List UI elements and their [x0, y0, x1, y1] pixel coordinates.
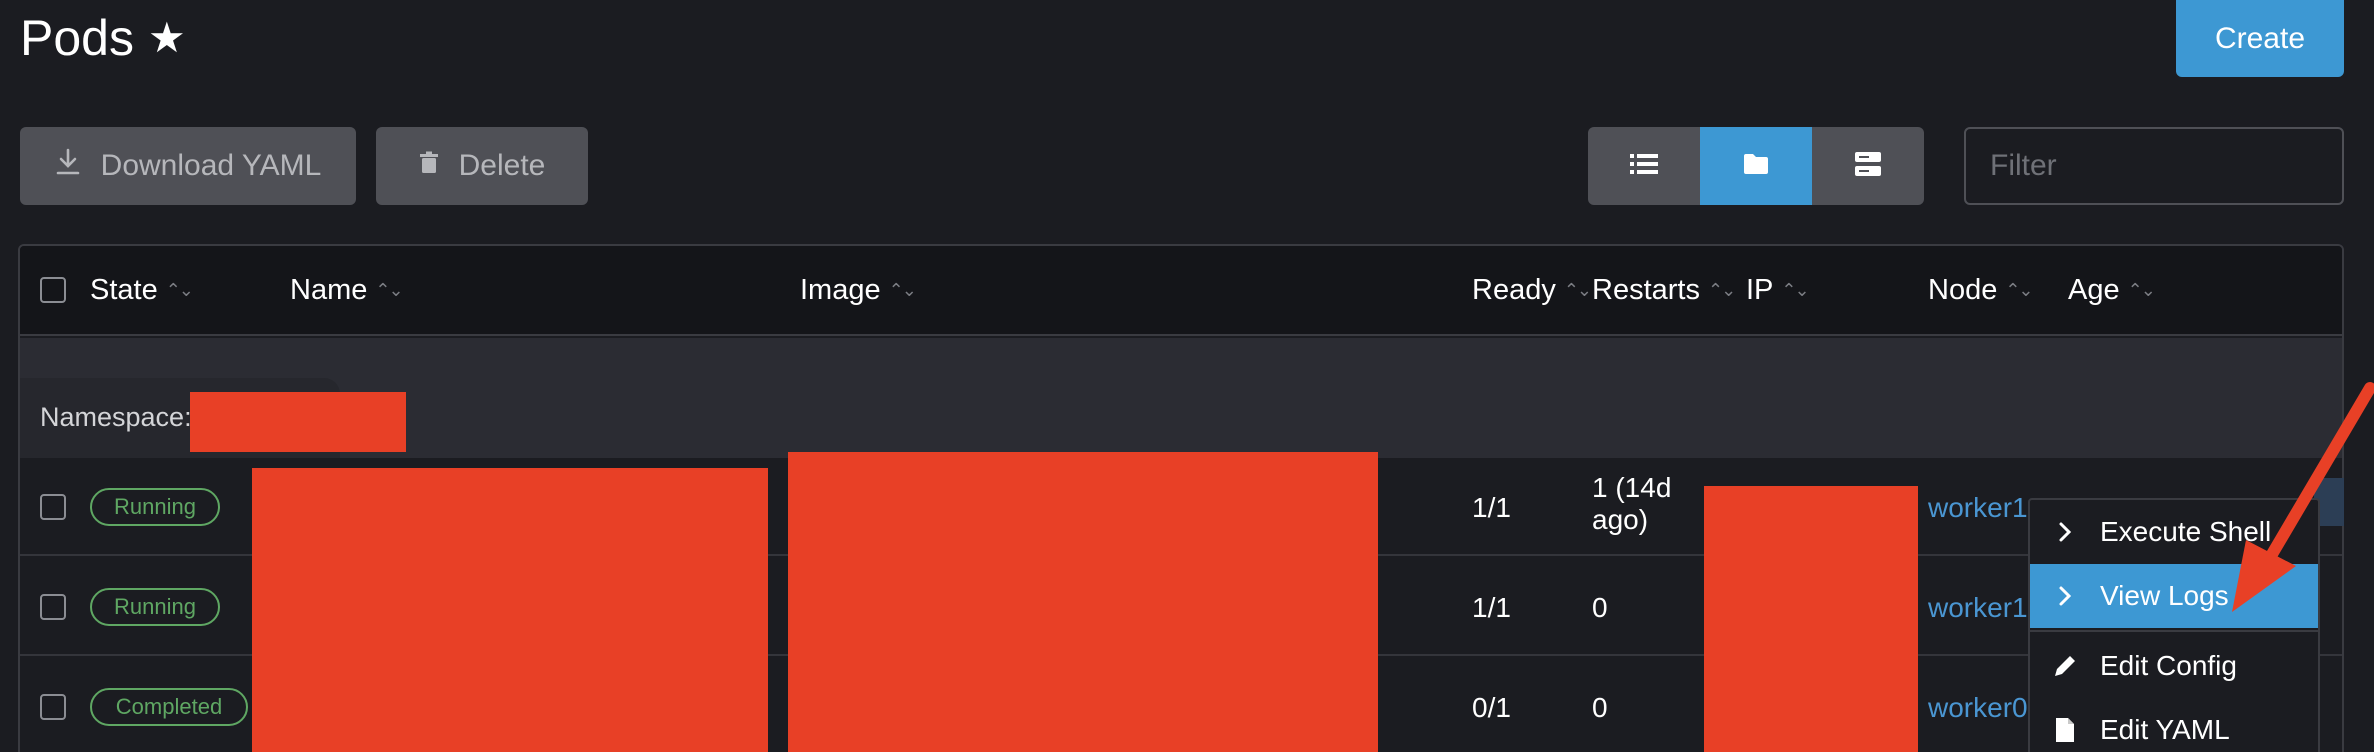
column-header-ip[interactable]: IP ⌃⌄ [1746, 266, 1810, 314]
node-link[interactable]: worker1 [1928, 592, 2028, 624]
page-title: Pods [20, 10, 134, 66]
ready-cell: 1/1 [1472, 492, 1511, 523]
page-title-wrap: Pods ★ [20, 8, 186, 68]
row-checkbox[interactable] [40, 594, 66, 620]
sort-icon: ⌃⌄ [1563, 280, 1592, 300]
download-yaml-label: Download YAML [100, 149, 322, 182]
select-all-checkbox[interactable] [40, 277, 66, 303]
chevron-right-icon [2052, 521, 2078, 543]
restarts-cell: 0 [1592, 692, 1608, 723]
select-all-checkbox-wrap [40, 266, 66, 314]
row-checkbox[interactable] [40, 694, 66, 720]
delete-label: Delete [458, 149, 546, 182]
node-link[interactable]: worker1 [1928, 492, 2028, 524]
node-link[interactable]: worker0 [1928, 692, 2028, 724]
namespace-group-label: Namespace: [40, 402, 192, 432]
chevron-right-icon [2052, 585, 2078, 607]
group-by-namespace-button[interactable] [1700, 127, 1812, 205]
column-header-node[interactable]: Node ⌃⌄ [1928, 266, 2034, 314]
ready-cell: 1/1 [1472, 592, 1511, 623]
sort-icon: ⌃⌄ [2005, 280, 2033, 300]
row-checkbox[interactable] [40, 494, 66, 520]
status-badge: Running [90, 588, 220, 626]
column-header-name[interactable]: Name ⌃⌄ [290, 266, 404, 314]
column-header-state[interactable]: State ⌃⌄ [90, 266, 194, 314]
download-yaml-button[interactable]: Download YAML [20, 127, 356, 205]
pods-table: State ⌃⌄ Name ⌃⌄ Image ⌃⌄ Ready ⌃⌄ Restarts ⌃… [18, 244, 2344, 752]
create-button[interactable]: Create [2176, 0, 2344, 77]
menu-item-edit-config[interactable]: Edit Config [2030, 634, 2318, 698]
list-view-button[interactable] [1588, 127, 1700, 205]
trash-icon [419, 149, 439, 183]
column-header-age[interactable]: Age ⌃⌄ [2068, 266, 2156, 314]
status-badge: Running [90, 488, 220, 526]
ready-cell: 0/1 [1472, 692, 1511, 723]
redacted-images [788, 452, 1378, 752]
pencil-icon [2052, 653, 2078, 679]
group-by-node-button[interactable] [1812, 127, 1924, 205]
folder-icon [1743, 153, 1769, 180]
sort-icon: ⌃⌄ [2127, 280, 2156, 300]
download-icon [55, 148, 81, 184]
sort-icon: ⌃⌄ [1707, 280, 1736, 300]
sort-icon: ⌃⌄ [375, 280, 403, 300]
annotation-arrow-icon [2232, 382, 2374, 612]
table-header: State ⌃⌄ Name ⌃⌄ Image ⌃⌄ Ready ⌃⌄ Restarts ⌃… [20, 246, 2342, 336]
star-icon[interactable]: ★ [148, 17, 186, 59]
list-icon [1630, 153, 1658, 180]
sort-icon: ⌃⌄ [165, 280, 194, 300]
redacted-ips [1704, 486, 1918, 752]
restarts-cell: 1 (14d ago) [1592, 472, 1672, 535]
menu-item-edit-yaml[interactable]: Edit YAML [2030, 698, 2318, 752]
column-header-image[interactable]: Image ⌃⌄ [800, 266, 917, 314]
sort-icon: ⌃⌄ [1781, 280, 1809, 300]
delete-button[interactable]: Delete [376, 127, 588, 205]
redacted-namespace [190, 392, 406, 452]
sort-icon: ⌃⌄ [888, 280, 917, 300]
filter-input[interactable] [1964, 127, 2344, 205]
server-icon [1854, 151, 1882, 182]
menu-divider [2030, 630, 2318, 632]
status-badge: Completed [90, 688, 248, 726]
file-icon [2052, 717, 2078, 743]
column-header-restarts[interactable]: Restarts ⌃⌄ [1592, 266, 1736, 314]
column-header-ready[interactable]: Ready ⌃⌄ [1472, 266, 1592, 314]
restarts-cell: 0 [1592, 592, 1608, 623]
redacted-pod-names [252, 468, 768, 752]
